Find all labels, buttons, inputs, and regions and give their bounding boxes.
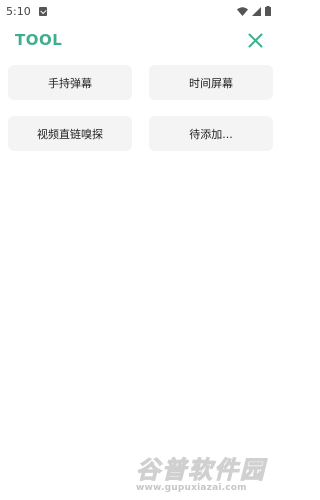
battery-icon [265,6,271,16]
tool-button-to-be-added[interactable]: 待添加... [149,116,273,151]
close-icon [248,33,262,47]
page-title: TOOL [15,31,63,49]
tool-button-handheld-barrage[interactable]: 手持弹幕 [8,65,132,100]
wifi-icon [237,6,248,16]
status-right [237,6,271,16]
tool-grid: 手持弹幕 时间屏幕 视频直链嗅探 待添加... [8,65,274,151]
watermark: 谷普软件园 www.gupuxiazai.com [136,450,276,496]
close-button[interactable] [245,30,265,50]
notification-icon [38,6,47,16]
status-time: 5:10 [6,4,31,18]
status-left: 5:10 [6,5,47,18]
header: TOOL [0,22,281,58]
signal-icon [252,6,261,16]
tool-button-time-screen[interactable]: 时间屏幕 [149,65,273,100]
watermark-logo: 谷普软件园 [136,456,266,485]
tool-button-video-link-sniffer[interactable]: 视频直链嗅探 [8,116,132,151]
status-bar: 5:10 [0,0,281,22]
screen: 5:10 TOOL 手持弹幕 时间屏幕 视频直链嗅探 待添加... 谷普软件园 … [0,0,281,500]
